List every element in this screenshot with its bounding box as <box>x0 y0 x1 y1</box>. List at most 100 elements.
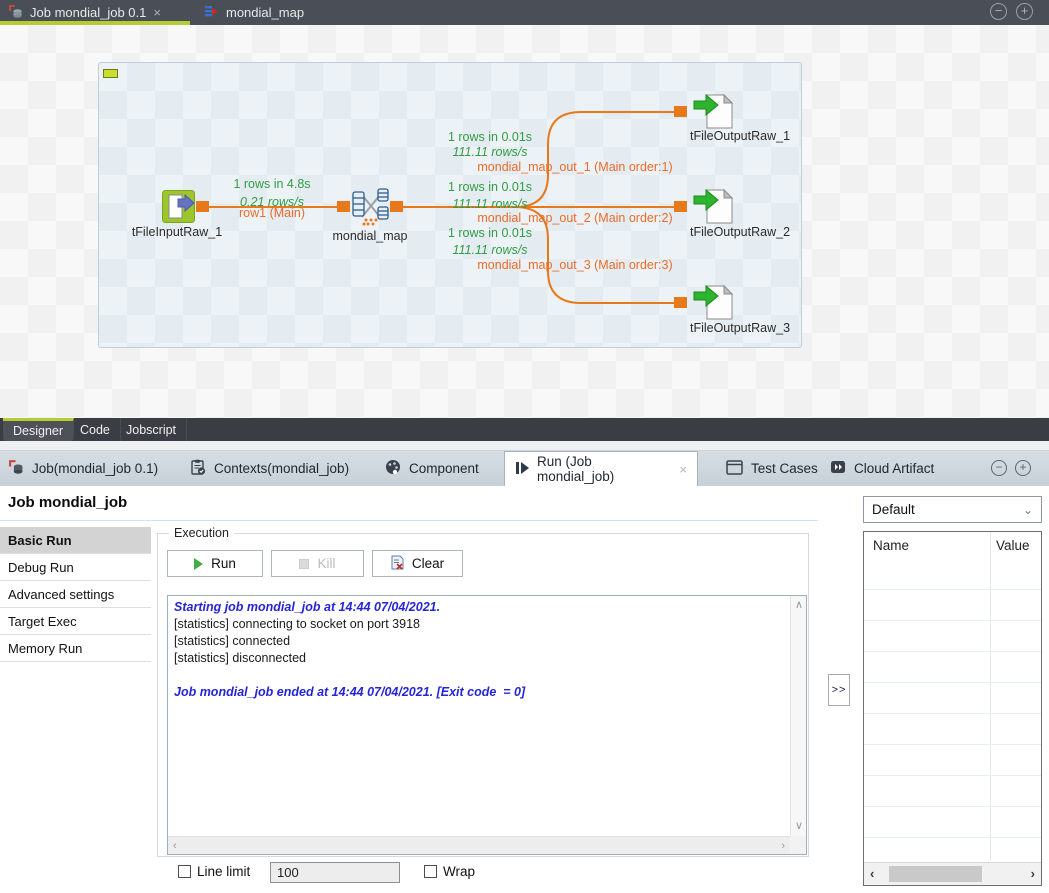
component-label[interactable]: tFileOutputRaw_2 <box>665 225 815 239</box>
row-stats: 1 rows in 0.01s <box>410 180 570 194</box>
column-header-value[interactable]: Value <box>996 538 1030 553</box>
sidebar-item-memory-run[interactable]: Memory Run <box>0 635 151 662</box>
tab-jobscript[interactable]: Jobscript <box>116 418 187 441</box>
sidebar-item-target-exec[interactable]: Target Exec <box>0 608 151 635</box>
wrap-checkbox[interactable] <box>424 865 437 878</box>
tab-code[interactable]: Code <box>70 418 121 441</box>
table-row[interactable] <box>864 807 1041 838</box>
scroll-down-icon[interactable]: ∨ <box>795 821 803 832</box>
view-tab-bar: Designer Code Jobscript <box>0 418 1049 441</box>
connector-square <box>390 201 403 212</box>
line-limit-input[interactable] <box>270 862 400 883</box>
connector-square <box>674 106 687 117</box>
tab-mondial-map[interactable]: mondial_map <box>196 0 331 25</box>
line-limit-label: Line limit <box>197 864 250 879</box>
scroll-left-icon[interactable]: ‹ <box>173 841 177 852</box>
test-cases-icon <box>726 460 743 478</box>
row-stats: 1 rows in 0.01s <box>410 226 570 240</box>
title-separator <box>0 520 818 521</box>
tab-designer[interactable]: Designer <box>3 418 74 441</box>
cloud-artifact-icon <box>830 459 846 478</box>
context-variables-table[interactable]: Name Value ‹ › <box>863 531 1042 886</box>
console-line: [statistics] connected <box>174 633 784 650</box>
table-row[interactable] <box>864 714 1041 745</box>
table-row[interactable] <box>864 621 1041 652</box>
table-row[interactable] <box>864 559 1041 590</box>
row-stats: 1 rows in 4.8s <box>192 177 352 191</box>
table-row[interactable] <box>864 590 1041 621</box>
tab-component[interactable]: Component <box>385 451 479 486</box>
close-icon[interactable]: × <box>153 5 161 20</box>
scroll-left-icon[interactable]: ‹ <box>870 866 874 881</box>
connection-label[interactable]: mondial_map_out_2 (Main order:2) <box>425 211 725 225</box>
connection-label[interactable]: row1 (Main) <box>192 206 352 220</box>
context-select[interactable]: Default ⌄ <box>863 496 1042 523</box>
console-horizontal-scrollbar[interactable]: ‹ › <box>168 836 790 854</box>
console-line: [statistics] disconnected <box>174 650 784 667</box>
component-label[interactable]: tFileOutputRaw_1 <box>665 129 815 143</box>
table-row[interactable] <box>864 776 1041 807</box>
expand-panel-button[interactable]: >> <box>828 674 850 706</box>
execution-legend: Execution <box>169 526 234 540</box>
minimize-icon[interactable]: − <box>991 460 1007 476</box>
clear-button[interactable]: Clear <box>372 550 463 577</box>
component-label[interactable]: tFileInputRaw_1 <box>107 225 247 239</box>
tab-label: Job(mondial_job 0.1) <box>32 461 158 476</box>
component-tfileinputraw[interactable] <box>162 190 195 228</box>
run-icon <box>515 461 529 478</box>
connector-square <box>674 297 687 308</box>
tab-test-cases[interactable]: Test Cases <box>726 451 818 486</box>
job-design-canvas[interactable]: tFileInputRaw_1 mondial_map tFileOutputR… <box>0 25 1049 418</box>
component-label[interactable]: tFileOutputRaw_3 <box>665 321 815 335</box>
maximize-icon[interactable]: + <box>1016 3 1033 20</box>
tab-job-panel[interactable]: Job(mondial_job 0.1) <box>8 451 158 486</box>
column-header-name[interactable]: Name <box>873 538 909 553</box>
console-line: [statistics] connecting to socket on por… <box>174 616 784 633</box>
tab-label: mondial_map <box>226 5 304 20</box>
table-row[interactable] <box>864 745 1041 776</box>
rate-stats: 111.11 rows/s <box>410 145 570 159</box>
scroll-right-icon[interactable]: › <box>1031 866 1035 881</box>
rate-stats: 111.11 rows/s <box>410 243 570 257</box>
tab-run[interactable]: Run (Job mondial_job) × <box>504 451 698 486</box>
scroll-up-icon[interactable]: ∧ <box>795 600 803 611</box>
page-title: Job mondial_job <box>8 494 127 511</box>
tab-label: Contexts(mondial_job) <box>214 461 349 476</box>
table-row[interactable] <box>864 683 1041 714</box>
scrollbar-corner <box>790 836 806 854</box>
maximize-icon[interactable]: + <box>1015 460 1031 476</box>
connection-label[interactable]: mondial_map_out_1 (Main order:1) <box>425 160 725 174</box>
tab-contexts[interactable]: Contexts(mondial_job) <box>190 451 349 486</box>
connection-label[interactable]: mondial_map_out_3 (Main order:3) <box>425 258 725 272</box>
close-icon[interactable]: × <box>679 462 687 477</box>
scroll-right-icon[interactable]: › <box>781 841 785 852</box>
table-horizontal-scrollbar[interactable]: ‹ › <box>864 862 1041 885</box>
kill-button[interactable]: Kill <box>271 550 364 577</box>
table-row[interactable] <box>864 652 1041 683</box>
clear-icon <box>391 555 404 573</box>
sidebar-item-basic-run[interactable]: Basic Run <box>0 527 151 554</box>
run-view: Job mondial_job Basic Run Debug Run Adva… <box>0 486 1049 893</box>
tab-label: Test Cases <box>751 461 818 476</box>
line-limit-checkbox[interactable] <box>178 865 191 878</box>
row-stats: 1 rows in 0.01s <box>410 130 570 144</box>
table-header: Name Value <box>864 532 1041 559</box>
minimize-icon[interactable]: − <box>990 3 1007 20</box>
console-line: Starting job mondial_job at 14:44 07/04/… <box>174 599 784 616</box>
contexts-icon <box>190 459 206 479</box>
execution-console[interactable]: Starting job mondial_job at 14:44 07/04/… <box>167 595 807 855</box>
tmap-icon <box>204 4 219 22</box>
talend-studio-window: Job mondial_job 0.1 × mondial_map − + <box>0 0 1049 893</box>
console-line: Job mondial_job ended at 14:44 07/04/202… <box>174 684 784 701</box>
editor-tab-bar: Job mondial_job 0.1 × mondial_map − + <box>0 0 1049 25</box>
console-line <box>174 667 784 684</box>
console-vertical-scrollbar[interactable]: ∧ ∨ <box>790 596 806 836</box>
run-button[interactable]: Run <box>167 550 263 577</box>
sidebar-item-advanced-settings[interactable]: Advanced settings <box>0 581 151 608</box>
sidebar-item-debug-run[interactable]: Debug Run <box>0 554 151 581</box>
tab-cloud-artifact[interactable]: Cloud Artifact <box>830 451 934 486</box>
component-icon <box>385 459 401 478</box>
component-tmap[interactable] <box>350 187 391 232</box>
scrollbar-thumb[interactable] <box>889 866 982 882</box>
job-icon <box>8 4 23 22</box>
